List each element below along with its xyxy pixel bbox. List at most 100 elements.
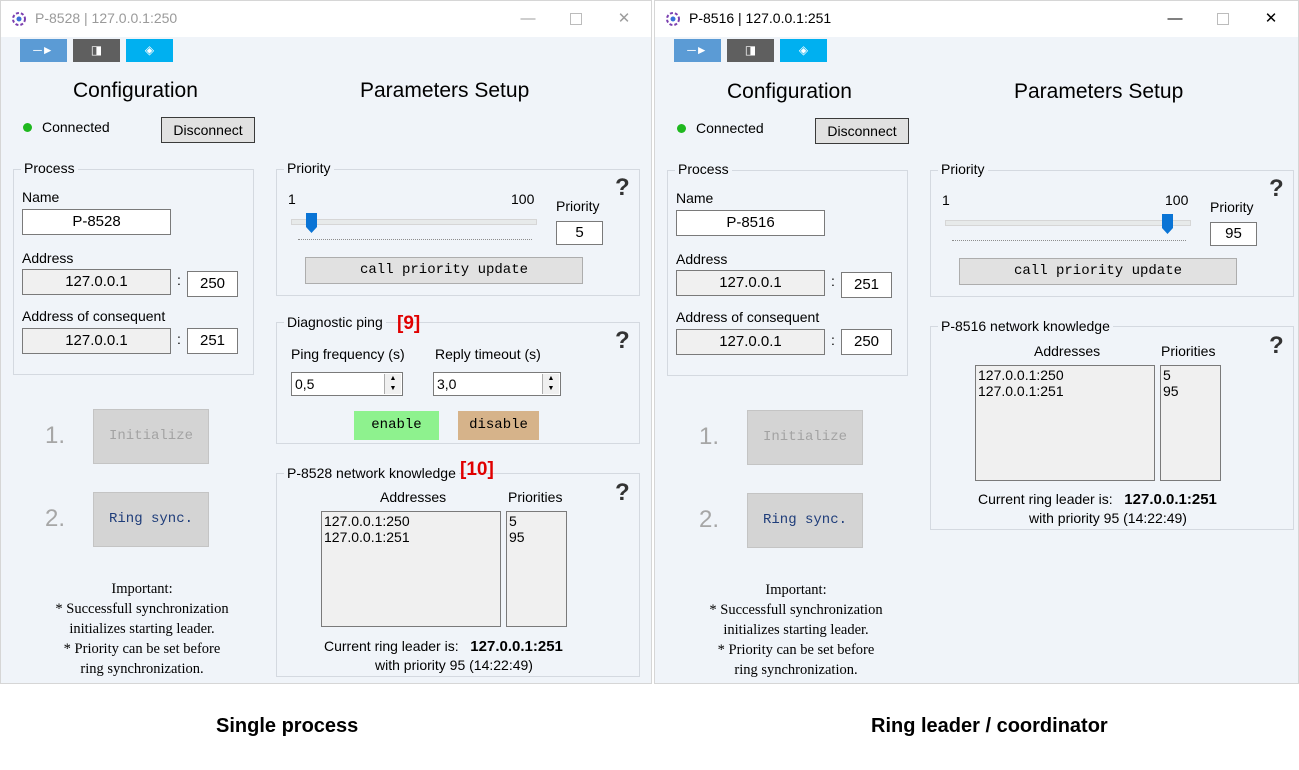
consequent-label: Address of consequent — [676, 309, 820, 325]
address-ip-field[interactable]: 127.0.0.1 — [676, 270, 825, 296]
right-window: P-8516 | 127.0.0.1:251 — ✕ ─► ◨ ◈ Config… — [654, 0, 1299, 684]
maximize-button[interactable] — [1200, 5, 1246, 33]
address-port-field[interactable]: 251 — [841, 272, 892, 298]
call-priority-update-button[interactable]: call priority update — [305, 257, 583, 284]
list-item[interactable]: 5 — [1163, 367, 1218, 383]
window-title: P-8528 | 127.0.0.1:250 — [35, 10, 178, 26]
minimize-button[interactable]: — — [1152, 5, 1198, 33]
spin-up-icon[interactable]: ▲ — [385, 374, 401, 384]
consequent-port-field[interactable]: 251 — [187, 328, 238, 354]
call-priority-update-button[interactable]: call priority update — [959, 258, 1237, 285]
name-field[interactable]: P-8516 — [676, 210, 825, 236]
help-icon[interactable]: ? — [1269, 175, 1284, 203]
help-icon[interactable]: ? — [615, 479, 630, 507]
address-ip-field[interactable]: 127.0.0.1 — [22, 269, 171, 295]
status-text: Connected — [696, 120, 764, 136]
diagnostic-ping-label: Diagnostic ping — [284, 314, 386, 330]
list-item[interactable]: 95 — [509, 529, 564, 545]
annotation-10: [10] — [460, 459, 494, 480]
priority-field[interactable]: 95 — [1210, 222, 1257, 246]
ping-frequency-input[interactable]: 0,5 ▲ ▼ — [291, 372, 403, 396]
spin-down-icon[interactable]: ▼ — [543, 384, 559, 394]
name-label: Name — [22, 189, 60, 205]
priorities-list[interactable]: 5 95 — [506, 511, 567, 627]
spinner[interactable]: ▲ ▼ — [542, 374, 559, 394]
address-label: Address — [22, 250, 74, 266]
priority-slider-track — [291, 219, 537, 225]
spin-down-icon[interactable]: ▼ — [385, 384, 401, 394]
book-icon[interactable]: ◨ — [727, 39, 774, 62]
title-bar: P-8516 | 127.0.0.1:251 — ✕ — [655, 1, 1298, 37]
note-line: * Successfull synchronization — [709, 602, 883, 618]
slider-max-label: 100 — [511, 191, 535, 207]
slider-max-label: 100 — [1165, 192, 1189, 208]
spinner[interactable]: ▲ ▼ — [384, 374, 401, 394]
app-icon — [666, 12, 680, 26]
parameters-heading: Parameters Setup — [360, 79, 530, 102]
initialize-button[interactable]: Initialize — [747, 410, 863, 465]
addresses-list[interactable]: 127.0.0.1:250 127.0.0.1:251 — [975, 365, 1155, 481]
consequent-ip-field[interactable]: 127.0.0.1 — [676, 329, 825, 355]
diamond-icon[interactable]: ◈ — [780, 39, 827, 62]
close-button[interactable]: ✕ — [601, 5, 647, 33]
maximize-icon — [1217, 13, 1229, 26]
list-item[interactable]: 127.0.0.1:250 — [324, 513, 498, 529]
help-icon[interactable]: ? — [615, 174, 630, 202]
name-field[interactable]: P-8528 — [22, 209, 171, 235]
window-title: P-8516 | 127.0.0.1:251 — [689, 10, 832, 26]
network-knowledge-label: P-8516 network knowledge — [938, 318, 1113, 334]
process-group-label: Process — [21, 160, 78, 176]
priorities-header: Priorities — [508, 489, 563, 505]
priorities-header: Priorities — [1161, 343, 1216, 359]
list-item[interactable]: 127.0.0.1:251 — [978, 383, 1152, 399]
app-icon — [12, 12, 26, 26]
arrow-right-icon[interactable]: ─► — [20, 39, 67, 62]
status-text: Connected — [42, 119, 110, 135]
spin-up-icon[interactable]: ▲ — [543, 374, 559, 384]
maximize-button[interactable] — [553, 5, 599, 33]
list-item[interactable]: 95 — [1163, 383, 1218, 399]
disconnect-button[interactable]: Disconnect — [161, 117, 255, 143]
address-port-field[interactable]: 250 — [187, 271, 238, 297]
consequent-port-field[interactable]: 250 — [841, 329, 892, 355]
priority-label: Priority — [556, 198, 600, 214]
diamond-icon[interactable]: ◈ — [126, 39, 173, 62]
consequent-ip-field[interactable]: 127.0.0.1 — [22, 328, 171, 354]
close-button[interactable]: ✕ — [1248, 5, 1294, 33]
note-line: Important: — [765, 582, 827, 598]
addresses-list[interactable]: 127.0.0.1:250 127.0.0.1:251 — [321, 511, 501, 627]
help-icon[interactable]: ? — [1269, 332, 1284, 360]
name-label: Name — [676, 190, 714, 206]
leader-prefix: Current ring leader is: — [978, 491, 1113, 507]
parameters-heading: Parameters Setup — [1014, 80, 1184, 103]
important-note: Important: * Successfull synchronization… — [685, 580, 907, 680]
annotation-9: [9] — [397, 313, 421, 334]
current-leader-line: Current ring leader is: 127.0.0.1:251 — [324, 638, 563, 655]
consequent-label: Address of consequent — [22, 308, 166, 324]
note-line: initializes starting leader. — [69, 621, 215, 637]
status-indicator — [677, 124, 686, 133]
configuration-heading: Configuration — [727, 80, 852, 103]
list-item[interactable]: 127.0.0.1:251 — [324, 529, 498, 545]
priority-group-label: Priority — [938, 161, 988, 177]
enable-button[interactable]: enable — [354, 411, 439, 440]
ping-frequency-label: Ping frequency (s) — [291, 346, 405, 362]
disable-button[interactable]: disable — [458, 411, 539, 440]
reply-timeout-input[interactable]: 3,0 ▲ ▼ — [433, 372, 561, 396]
initialize-button[interactable]: Initialize — [93, 409, 209, 464]
ring-sync-button[interactable]: Ring sync. — [93, 492, 209, 547]
priority-field[interactable]: 5 — [556, 221, 603, 245]
priorities-list[interactable]: 5 95 — [1160, 365, 1221, 481]
maximize-icon — [570, 13, 582, 26]
disconnect-button[interactable]: Disconnect — [815, 118, 909, 144]
help-icon[interactable]: ? — [615, 327, 630, 355]
leader-value: 127.0.0.1:251 — [470, 638, 563, 655]
priority-group-label: Priority — [284, 160, 334, 176]
list-item[interactable]: 127.0.0.1:250 — [978, 367, 1152, 383]
book-icon[interactable]: ◨ — [73, 39, 120, 62]
minimize-button[interactable]: — — [505, 5, 551, 33]
ring-sync-button[interactable]: Ring sync. — [747, 493, 863, 548]
leader-detail: with priority 95 (14:22:49) — [1029, 510, 1187, 526]
arrow-right-icon[interactable]: ─► — [674, 39, 721, 62]
list-item[interactable]: 5 — [509, 513, 564, 529]
